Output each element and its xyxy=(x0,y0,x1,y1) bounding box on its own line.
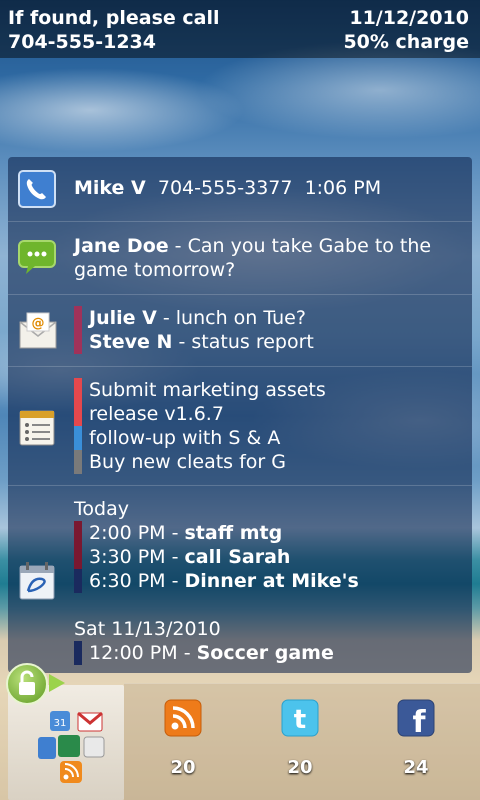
tasks-icon xyxy=(18,407,56,446)
twitter-icon: t xyxy=(281,699,319,737)
event-time: 12:00 PM xyxy=(89,642,178,664)
event-time: 6:30 PM xyxy=(89,570,166,592)
unlock-arrow-icon xyxy=(49,674,65,692)
caller-number: 704-555-3377 xyxy=(157,177,293,199)
email-sender: Julie V xyxy=(89,307,157,329)
sms-sender: Jane Doe xyxy=(74,235,169,257)
call-time: 1:06 PM xyxy=(304,177,382,199)
calendar-day-label: Sat 11/13/2010 xyxy=(74,618,221,640)
twitter-count: 20 xyxy=(287,757,313,778)
dock: 31 20 t 20 f 24 xyxy=(0,683,480,800)
event-title: staff mtg xyxy=(184,522,283,544)
found-label: If found, please call xyxy=(8,7,220,29)
rss-count: 20 xyxy=(170,757,196,778)
mail-icon: @ xyxy=(18,312,57,350)
email-color-bar xyxy=(74,330,82,354)
facebook-count: 24 xyxy=(403,757,429,778)
sms-row[interactable]: Jane Doe - Can you take Gabe to the game… xyxy=(8,221,472,294)
calendar-event[interactable]: 12:00 PM - Soccer game xyxy=(74,641,462,665)
email-list: Julie V - lunch on Tue? Steve N - status… xyxy=(74,306,462,354)
task-color-bar xyxy=(74,426,82,450)
task-text: Buy new cleats for G xyxy=(89,451,287,473)
event-time: 3:30 PM xyxy=(89,546,166,568)
email-item[interactable]: Steve N - status report xyxy=(74,330,462,354)
event-title: Soccer game xyxy=(196,642,334,664)
facebook-dock-item[interactable]: f 24 xyxy=(376,699,456,794)
call-row[interactable]: Mike V 704-555-3377 1:06 PM xyxy=(8,157,472,221)
event-title: call Sarah xyxy=(184,546,291,568)
padlock-icon xyxy=(19,670,35,695)
svg-text:t: t xyxy=(294,705,306,735)
unlock-button[interactable] xyxy=(6,663,48,705)
lockscreen-header: If found, please call 704-555-1234 11/12… xyxy=(0,0,480,58)
task-item[interactable]: follow-up with S & A xyxy=(74,426,462,450)
calendar-event[interactable]: 2:00 PM - staff mtg xyxy=(74,521,462,545)
task-text: Submit marketing assets xyxy=(89,379,326,401)
facebook-icon: f xyxy=(397,699,435,740)
calendar-list: Today 2:00 PM - staff mtg 3:30 PM - call… xyxy=(74,497,462,665)
svg-text:31: 31 xyxy=(54,718,67,729)
calendar-event[interactable]: 6:30 PM - Dinner at Mike's xyxy=(74,569,462,593)
email-row[interactable]: @ Julie V - lunch on Tue? Steve N - stat… xyxy=(8,294,472,366)
email-subject: status report xyxy=(191,331,314,353)
owner-info: If found, please call 704-555-1234 xyxy=(8,6,220,54)
owner-phone: 704-555-1234 xyxy=(8,31,156,53)
twitter-dock-item[interactable]: t 20 xyxy=(260,699,340,794)
sms-separator: - xyxy=(168,235,188,257)
task-color-bar xyxy=(74,402,82,426)
sms-icon xyxy=(18,238,56,276)
calendar-icon xyxy=(18,561,56,600)
email-subject: lunch on Tue? xyxy=(175,307,306,329)
svg-text:f: f xyxy=(412,705,426,737)
event-time: 2:00 PM xyxy=(89,522,166,544)
event-title: Dinner at Mike's xyxy=(184,570,359,592)
date-label: 11/12/2010 xyxy=(349,7,469,29)
email-sender: Steve N xyxy=(89,331,173,353)
caller-name: Mike V xyxy=(74,177,146,199)
task-text: release v1.6.7 xyxy=(89,403,224,425)
event-color-bar xyxy=(74,641,82,665)
task-item[interactable]: Buy new cleats for G xyxy=(74,450,462,474)
notification-widget: Mike V 704-555-3377 1:06 PM Jane Doe - C… xyxy=(8,157,472,673)
battery-label: 50% charge xyxy=(343,31,469,53)
calendar-row[interactable]: Today 2:00 PM - staff mtg 3:30 PM - call… xyxy=(8,485,472,673)
task-item[interactable]: Submit marketing assets xyxy=(74,378,462,402)
email-color-bar xyxy=(74,306,82,330)
event-color-bar xyxy=(74,569,82,593)
email-item[interactable]: Julie V - lunch on Tue? xyxy=(74,306,462,330)
rss-dock-item[interactable]: 20 xyxy=(143,699,223,794)
task-item[interactable]: release v1.6.7 xyxy=(74,402,462,426)
sms-text: Jane Doe - Can you take Gabe to the game… xyxy=(74,234,462,282)
device-status: 11/12/2010 50% charge xyxy=(343,6,469,54)
call-text: Mike V 704-555-3377 1:06 PM xyxy=(74,176,462,200)
task-list: Submit marketing assets release v1.6.7 f… xyxy=(74,378,462,474)
task-color-bar xyxy=(74,450,82,474)
tasks-row[interactable]: Submit marketing assets release v1.6.7 f… xyxy=(8,366,472,485)
task-text: follow-up with S & A xyxy=(89,427,281,449)
calendar-event[interactable]: 3:30 PM - call Sarah xyxy=(74,545,462,569)
rss-icon xyxy=(164,699,202,737)
calendar-day-label: Today xyxy=(74,498,129,520)
svg-text:@: @ xyxy=(32,316,45,331)
event-color-bar xyxy=(74,521,82,545)
event-color-bar xyxy=(74,545,82,569)
phone-icon xyxy=(18,170,56,208)
task-color-bar xyxy=(74,378,82,402)
